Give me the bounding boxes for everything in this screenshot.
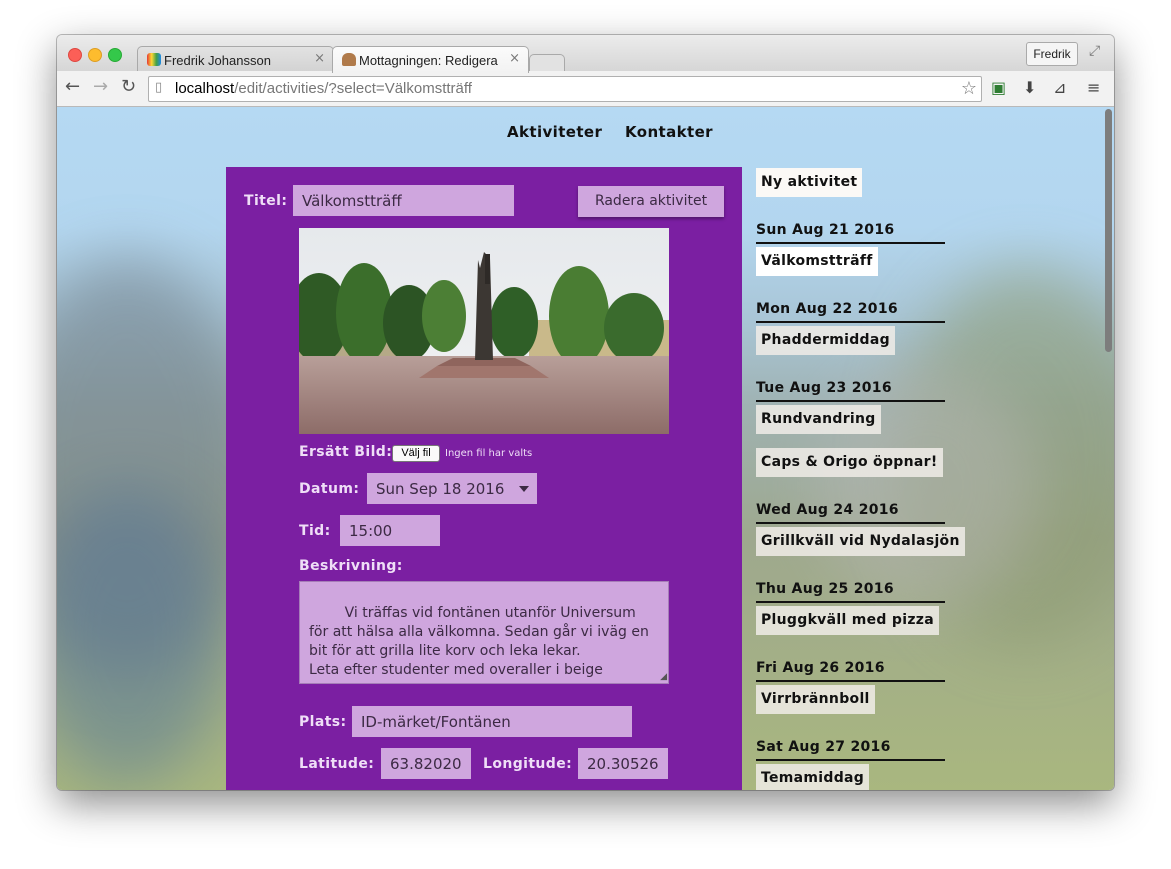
day-heading: Sun Aug 21 2016 — [756, 222, 945, 244]
activity-item[interactable]: Temamiddag — [756, 764, 870, 790]
activity-photo — [299, 228, 669, 434]
title-input[interactable]: Välkomstträff — [293, 185, 514, 216]
activity-item[interactable]: Phaddermiddag — [756, 326, 895, 355]
title-label: Titel: — [244, 193, 288, 209]
background-blur — [817, 367, 1037, 607]
close-tab-icon[interactable]: × — [314, 51, 325, 66]
date-label: Datum: — [299, 481, 360, 497]
address-bar[interactable]: ▯ localhost/edit/activities/?select=Välk… — [148, 76, 982, 102]
new-tab-button[interactable] — [529, 54, 565, 71]
url-text: localhost/edit/activities/?select=Välkom… — [175, 80, 472, 97]
browser-window: Fredrik Johansson × Mottagningen: Redige… — [57, 35, 1114, 790]
cast-icon[interactable]: ⊿ — [1053, 78, 1066, 97]
replace-image-label: Ersätt Bild: — [299, 444, 393, 460]
activity-item[interactable]: Grillkväll vid Nydalasjön — [756, 527, 965, 556]
day-heading: Tue Aug 23 2016 — [756, 380, 945, 402]
description-text: Vi träffas vid fontänen utanför Universu… — [309, 605, 649, 678]
latitude-input[interactable]: 63.82020 — [381, 748, 471, 779]
date-select[interactable]: Sun Sep 18 2016 — [367, 473, 537, 504]
fountain-photo-image — [299, 228, 669, 434]
fullscreen-icon[interactable]: ⤢ — [1089, 43, 1100, 59]
page-viewport: Aktiviteter Kontakter Titel: Välkomstträ… — [57, 107, 1114, 790]
download-arrow-icon[interactable]: ⬇ — [1023, 78, 1036, 97]
forward-arrow-icon[interactable]: → — [93, 76, 108, 97]
day-heading: Thu Aug 25 2016 — [756, 581, 945, 603]
longitude-label: Longitude: — [483, 756, 573, 772]
place-input[interactable]: ID-märket/Fontänen — [352, 706, 632, 737]
browser-toolbar: ← → ↻ ▯ localhost/edit/activities/?selec… — [57, 71, 1114, 107]
site-favicon-icon — [147, 53, 161, 66]
tab-fredrik-johansson[interactable]: Fredrik Johansson × — [137, 46, 334, 73]
activity-item[interactable]: Pluggkväll med pizza — [756, 606, 939, 635]
time-input[interactable]: 15:00 — [340, 515, 440, 546]
day-heading: Mon Aug 22 2016 — [756, 301, 945, 323]
choose-file-button[interactable]: Välj fil — [392, 445, 440, 462]
bookmark-star-icon[interactable]: ☆ — [961, 78, 977, 99]
activity-item[interactable]: Virrbrännboll — [756, 685, 875, 714]
no-file-text: Ingen fil har valts — [445, 448, 533, 459]
time-label: Tid: — [299, 523, 331, 539]
tab-title: Fredrik Johansson — [164, 53, 271, 68]
activity-edit-panel: Titel: Välkomstträff Radera aktivitet Er… — [226, 167, 742, 790]
extension-icon[interactable]: ▣ — [991, 78, 1006, 97]
tab-title: Mottagningen: Redigera — [359, 53, 498, 68]
description-label: Beskrivning: — [299, 558, 403, 574]
back-arrow-icon[interactable]: ← — [65, 76, 80, 97]
resize-handle-icon[interactable]: ◢ — [660, 673, 667, 682]
latitude-label: Latitude: — [299, 756, 375, 772]
menu-icon[interactable]: ≡ — [1087, 78, 1100, 97]
moose-favicon-icon — [342, 53, 356, 66]
zoom-window-button[interactable] — [108, 48, 122, 62]
place-label: Plats: — [299, 714, 347, 730]
minimize-window-button[interactable] — [88, 48, 102, 62]
page-scrollbar[interactable] — [1105, 109, 1112, 352]
profile-button[interactable]: Fredrik — [1026, 42, 1078, 66]
reload-icon[interactable]: ↻ — [121, 76, 136, 97]
chevron-down-icon — [519, 486, 529, 492]
description-textarea[interactable]: Vi träffas vid fontänen utanför Universu… — [299, 581, 669, 684]
day-heading: Sat Aug 27 2016 — [756, 739, 945, 761]
new-activity-button[interactable]: Ny aktivitet — [756, 168, 863, 197]
delete-activity-button[interactable]: Radera aktivitet — [578, 186, 724, 217]
activity-item-valkomstraff[interactable]: Välkomstträff — [756, 247, 878, 276]
longitude-input[interactable]: 20.30526 — [578, 748, 668, 779]
activity-item[interactable]: Caps & Origo öppnar! — [756, 448, 943, 477]
close-tab-icon[interactable]: × — [509, 51, 520, 66]
tab-mottagningen[interactable]: Mottagningen: Redigera × — [332, 46, 529, 73]
nav-contacts-link[interactable]: Kontakter — [625, 123, 713, 141]
close-window-button[interactable] — [68, 48, 82, 62]
date-value: Sun Sep 18 2016 — [376, 480, 505, 498]
nav-activities-link[interactable]: Aktiviteter — [507, 123, 602, 141]
day-heading: Wed Aug 24 2016 — [756, 502, 945, 524]
day-heading: Fri Aug 26 2016 — [756, 660, 945, 682]
activity-item[interactable]: Rundvandring — [756, 405, 881, 434]
tab-strip: Fredrik Johansson × Mottagningen: Redige… — [57, 35, 1114, 73]
page-icon: ▯ — [155, 80, 163, 95]
